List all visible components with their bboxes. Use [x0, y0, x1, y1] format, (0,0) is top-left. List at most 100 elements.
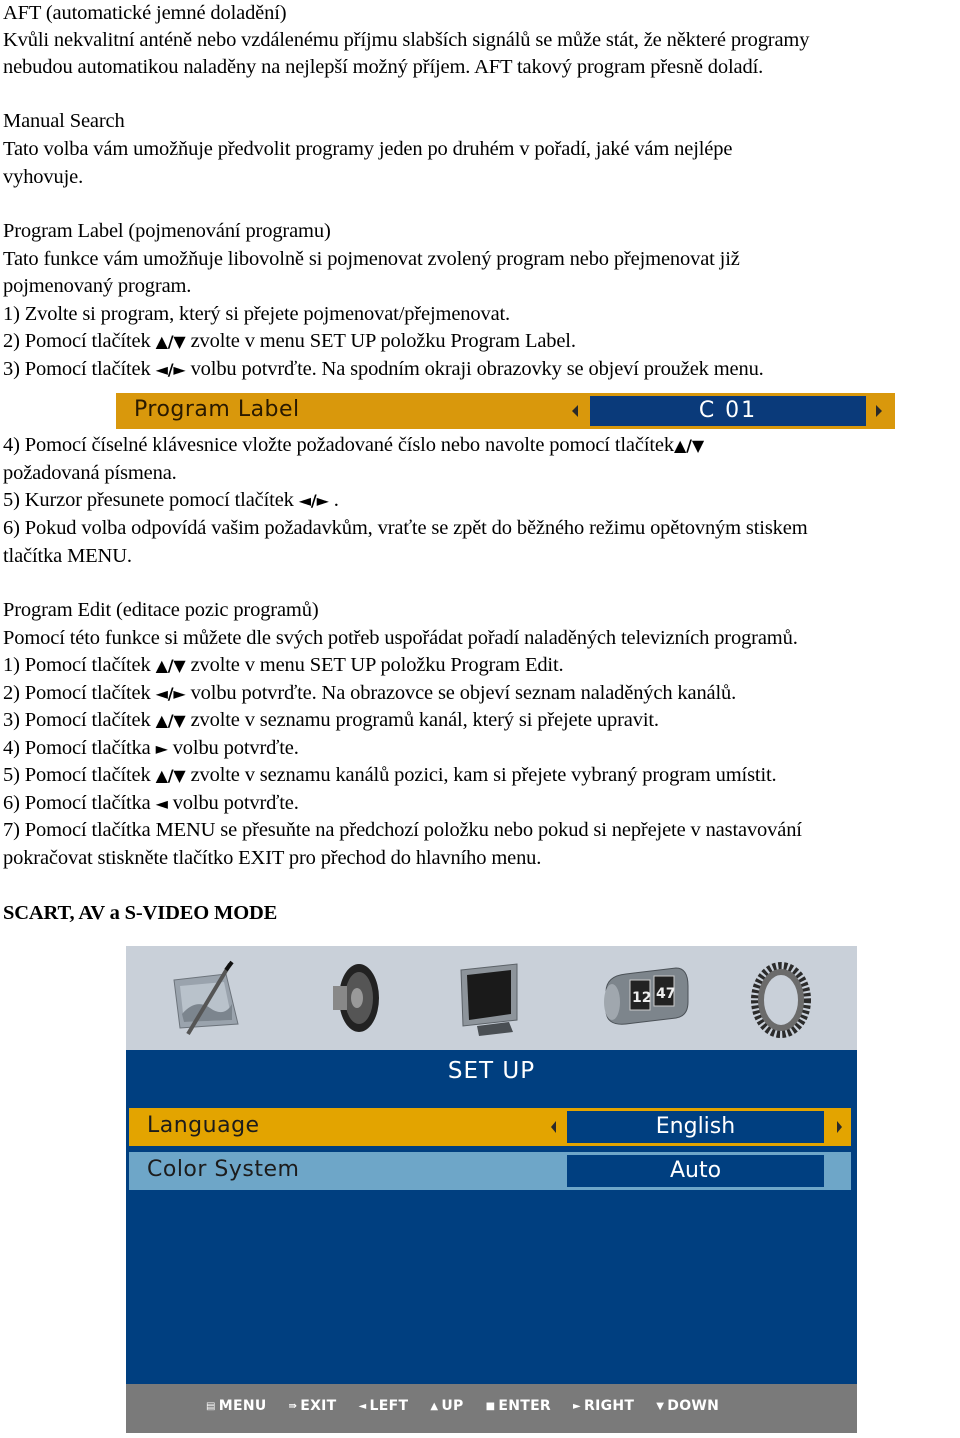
left-right-arrows-icon: ◄/► [155, 360, 186, 379]
program-label-step-4-cont: požadovaná písmena. [3, 462, 177, 484]
menu-title: SET UP [447, 1058, 536, 1084]
menu-key-icon: ▤ [206, 1400, 216, 1412]
up-down-arrows-icon: ▲/▼ [155, 656, 186, 675]
legend-item-menu: ▤ MENU [206, 1398, 267, 1414]
program-edit-heading: Program Edit (editace pozic programů) [3, 599, 319, 621]
step-text: 3) Pomocí tlačítek [3, 709, 156, 731]
step-text: zvolte v menu SET UP položku Program Lab… [185, 330, 576, 352]
clock-icon: 12 47 [604, 967, 689, 1025]
menu-panel: SET UP Language English Color System Aut… [126, 1050, 857, 1384]
step-text: 2) Pomocí tlačítek [3, 682, 156, 704]
left-right-arrows-icon: ◄/► [298, 491, 329, 510]
picture-icon [173, 960, 239, 1036]
aft-text-line: nebudou automatikou naladěny na nejlepší… [3, 56, 764, 78]
legend-item-exit: ⇛ EXIT [289, 1398, 337, 1414]
manual-search-heading: Manual Search [3, 110, 125, 132]
step-text: 5) Kurzor přesunete pomocí tlačítek [3, 489, 299, 511]
program-edit-step: 2) Pomocí tlačítek ◄/► volbu potvrďte. N… [3, 680, 736, 707]
step-text: volbu potvrďte. Na obrazovce se objeví s… [185, 682, 737, 704]
legend-item-down: ▼ DOWN [656, 1398, 719, 1414]
step-text: 3) Pomocí tlačítek [3, 358, 156, 380]
aft-heading: AFT (automatické jemné doladění) [3, 2, 287, 24]
right-key-icon: ► [573, 1400, 582, 1412]
up-down-arrows-icon: ▲/▼ [155, 332, 186, 351]
menu-row-language[interactable]: Language English [129, 1108, 851, 1146]
legend-label: EXIT [300, 1398, 337, 1414]
step-text: . [328, 489, 339, 511]
step-text: volbu potvrďte. [167, 792, 299, 814]
legend-label: ENTER [498, 1398, 552, 1414]
step-text: volbu potvrďte. Na spodním okraji obrazo… [185, 358, 764, 380]
clock-minute: 47 [656, 986, 675, 1002]
enter-key-icon: ■ [485, 1400, 496, 1412]
program-edit-step: 1) Pomocí tlačítek ▲/▼ zvolte v menu SET… [3, 652, 564, 679]
program-label-heading: Program Label (pojmenování programu) [3, 220, 331, 242]
menu-row-label: Language [147, 1113, 260, 1138]
menu-row-value: Auto [567, 1155, 824, 1187]
down-key-icon: ▼ [656, 1400, 665, 1412]
program-label-step-6: 6) Pokud volba odpovídá vašim požadavkům… [3, 517, 808, 539]
menu-row-color-system[interactable]: Color System Auto [129, 1152, 851, 1190]
step-text: 1) Pomocí tlačítek [3, 654, 156, 676]
program-edit-step: 5) Pomocí tlačítek ▲/▼ zvolte v seznamu … [3, 762, 777, 789]
step-text: zvolte v seznamu programů kanál, který s… [185, 709, 659, 731]
step-text: 4) Pomocí číselné klávesnice vložte poža… [3, 434, 674, 456]
step-text: 6) Pomocí tlačítka [3, 792, 156, 814]
program-label-bar-value: C 01 [590, 396, 866, 426]
left-arrow-icon [572, 405, 578, 417]
program-label-bar-label: Program Label [134, 397, 300, 422]
step-text: 5) Pomocí tlačítek [3, 764, 156, 786]
legend-label: RIGHT [584, 1398, 635, 1414]
step-text: zvolte v seznamu kanálů pozici, kam si p… [185, 764, 777, 786]
legend-label: DOWN [667, 1398, 720, 1414]
program-label-text-line: Tato funkce vám umožňuje libovolně si po… [3, 248, 740, 270]
legend-item-right: ► RIGHT [573, 1398, 634, 1414]
program-label-step-3: 3) Pomocí tlačítek ◄/► volbu potvrďte. N… [3, 356, 764, 383]
program-label-text-line: pojmenovaný program. [3, 275, 192, 297]
program-edit-step-7: 7) Pomocí tlačítka MENU se přesuňte na p… [3, 819, 802, 841]
legend-item-up: ▲ UP [430, 1398, 463, 1414]
program-label-step-6-cont: tlačítka MENU. [3, 545, 132, 567]
up-key-icon: ▲ [430, 1400, 439, 1412]
aft-text-line: Kvůli nekvalitní anténě nebo vzdálenému … [3, 29, 810, 51]
legend-item-enter: ■ ENTER [486, 1398, 551, 1414]
right-arrow-icon[interactable] [837, 1121, 842, 1133]
setup-menu-screenshot: 12 47 SET UP Language English Color Syst… [126, 946, 857, 1433]
menu-key-legend: ▤ MENU ⇛ EXIT ◄ LEFT ▲ UP ■ ENTER ► RIGHT ▼ DOWN [126, 1384, 857, 1433]
program-edit-step: 4) Pomocí tlačítka ► volbu potvrďte. [3, 735, 299, 762]
program-edit-step: 3) Pomocí tlačítek ▲/▼ zvolte v seznamu … [3, 707, 659, 734]
menu-row-label: Color System [147, 1157, 300, 1182]
program-label-step-1: 1) Zvolte si program, který si přejete p… [3, 303, 511, 325]
gear-icon [751, 962, 811, 1038]
legend-label: LEFT [369, 1398, 409, 1414]
legend-label: UP [441, 1398, 464, 1414]
legend-label: MENU [218, 1398, 267, 1414]
menu-row-value: English [567, 1111, 824, 1143]
up-down-arrows-icon: ▲/▼ [155, 766, 186, 785]
program-label-menu-bar: Program Label C 01 [116, 393, 895, 429]
program-edit-step-7-cont: pokračovat stiskněte tlačítko EXIT pro p… [3, 847, 542, 869]
menu-icon-bar: 12 47 [126, 946, 857, 1050]
program-label-step-2: 2) Pomocí tlačítek ▲/▼ zvolte v menu SET… [3, 328, 576, 355]
right-arrow-icon: ► [155, 739, 168, 758]
program-edit-intro: Pomocí této funkce si můžete dle svých p… [3, 627, 798, 649]
manual-search-text-line: vyhovuje. [3, 166, 84, 188]
step-text: 4) Pomocí tlačítka [3, 737, 156, 759]
scart-heading: SCART, AV a S-VIDEO MODE [3, 902, 278, 924]
left-arrow-icon[interactable] [551, 1121, 556, 1133]
left-right-arrows-icon: ◄/► [155, 684, 186, 703]
program-label-step-4: 4) Pomocí číselné klávesnice vložte poža… [3, 432, 704, 459]
step-text: volbu potvrďte. [167, 737, 299, 759]
clock-hour: 12 [632, 990, 651, 1006]
manual-search-text-line: Tato volba vám umožňuje předvolit progra… [3, 138, 733, 160]
left-arrow-icon: ◄ [155, 794, 168, 813]
monitor-icon [460, 963, 518, 1036]
legend-item-left: ◄ LEFT [359, 1398, 409, 1414]
program-label-step-5: 5) Kurzor přesunete pomocí tlačítek ◄/► … [3, 487, 339, 514]
sound-icon [333, 964, 379, 1032]
step-text: zvolte v menu SET UP položku Program Edi… [185, 654, 564, 676]
program-edit-step: 6) Pomocí tlačítka ◄ volbu potvrďte. [3, 790, 299, 817]
exit-key-icon: ⇛ [288, 1400, 298, 1412]
step-text: 2) Pomocí tlačítek [3, 330, 156, 352]
up-down-arrows-icon: ▲/▼ [155, 711, 186, 730]
